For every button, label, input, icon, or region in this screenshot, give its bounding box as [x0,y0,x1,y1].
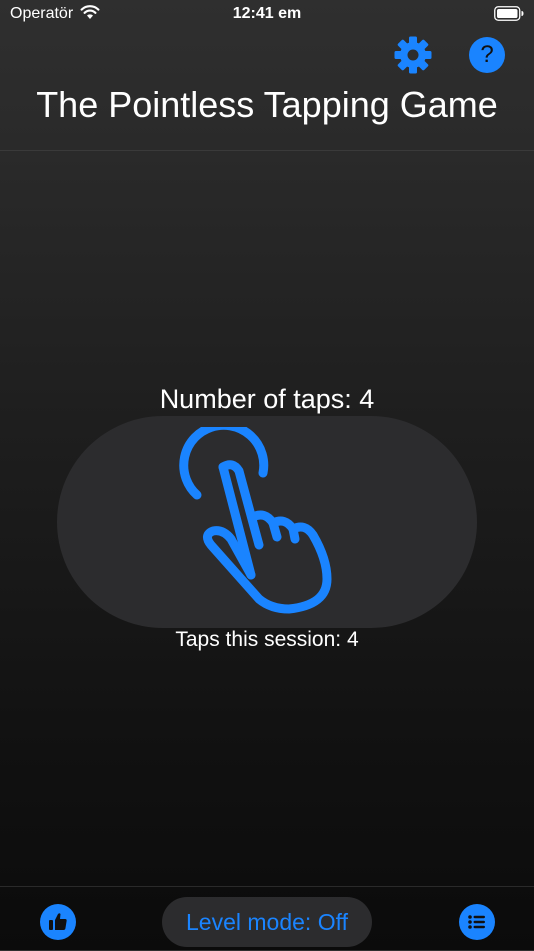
tap-button[interactable] [57,416,477,628]
list-icon [468,915,485,929]
leaderboard-button[interactable] [459,904,495,940]
taps-count-label: Number of taps: 4 [159,384,375,414]
gear-icon [394,36,432,74]
settings-button[interactable] [393,35,433,75]
header: ? The Pointless Tapping Game [0,0,534,151]
thumbs-up-icon [49,913,67,930]
help-icon: ? [469,37,505,73]
bottom-toolbar: Level mode: Off [0,886,534,951]
level-mode-toggle[interactable]: Level mode: Off [162,897,372,947]
page-title: The Pointless Tapping Game [36,84,498,125]
help-button[interactable]: ? [467,35,507,75]
like-button[interactable] [40,904,76,940]
session-taps-label: Taps this session: 4 [175,628,359,651]
tap-hand-icon [179,427,332,614]
